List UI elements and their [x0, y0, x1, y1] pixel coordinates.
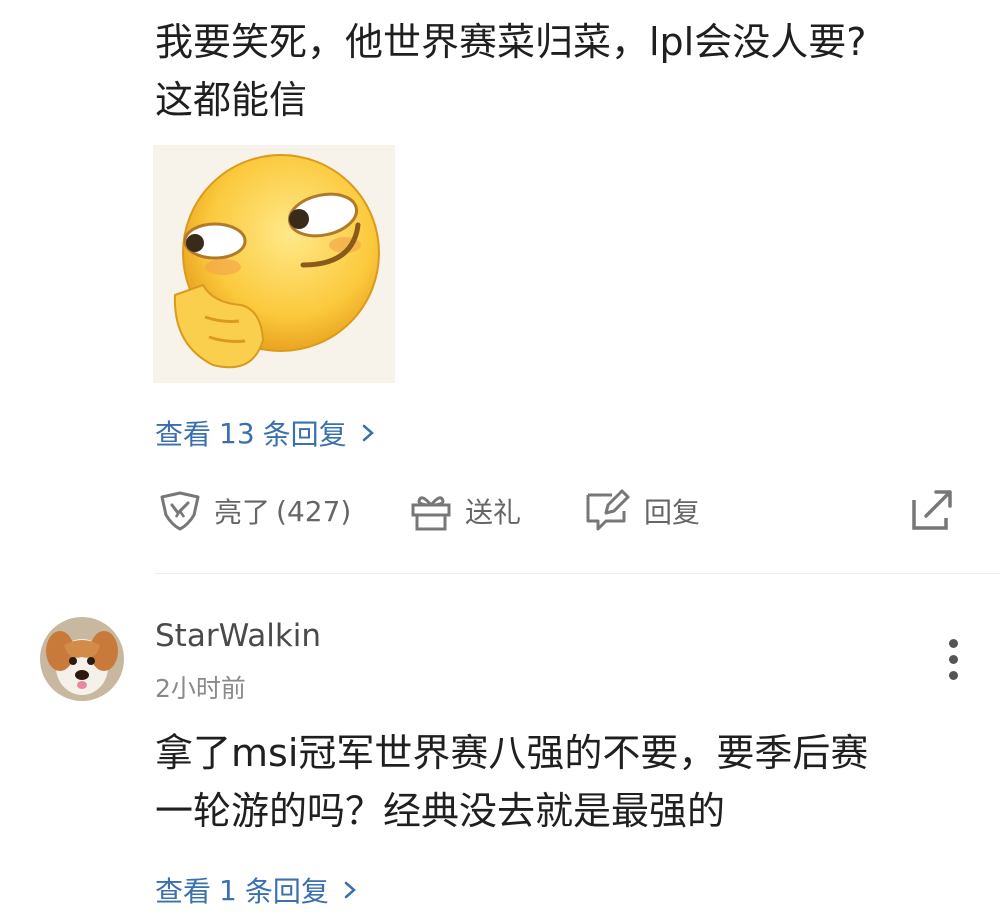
comment-text-line: 这都能信 — [155, 78, 308, 122]
view-replies-suffix: 条回复 — [244, 875, 329, 908]
view-replies-prefix: 查看 — [155, 875, 212, 908]
view-replies-suffix: 条回复 — [262, 418, 347, 451]
comment-text-line: 拿了msi冠军世界赛八强的不要，要季后赛 — [155, 731, 869, 775]
dog-avatar-icon — [40, 617, 124, 701]
smirk-emoji-icon — [173, 154, 380, 369]
more-vertical-icon — [949, 639, 958, 648]
edit-reply-icon — [586, 489, 630, 531]
reply-label: 回复 — [644, 496, 701, 529]
comment-text-line: 我要笑死，他世界赛菜归菜，lpl会没人要? — [155, 20, 867, 64]
more-vertical-icon — [949, 671, 958, 680]
more-options-button[interactable] — [942, 636, 966, 682]
divider — [155, 573, 1000, 574]
like-count: (427) — [276, 494, 352, 528]
view-replies-link[interactable]: 查看 13 条回复 — [155, 413, 375, 453]
username[interactable]: StarWalkin — [155, 618, 321, 654]
chevron-right-icon — [344, 881, 356, 899]
chevron-right-icon — [362, 424, 374, 442]
like-button[interactable]: 亮了 (427) — [158, 488, 351, 534]
more-vertical-icon — [949, 655, 958, 664]
fire-shield-icon — [160, 491, 200, 531]
view-replies-link[interactable]: 查看 1 条回复 — [155, 870, 357, 910]
comment-text-line: 一轮游的吗？经典没去就是最强的 — [155, 789, 726, 833]
avatar[interactable] — [40, 617, 124, 701]
share-icon — [912, 490, 952, 530]
view-replies-count: 1 — [219, 873, 237, 907]
timestamp: 2小时前 — [155, 674, 246, 703]
gift-label: 送礼 — [465, 496, 522, 529]
view-replies-prefix: 查看 — [155, 418, 212, 451]
share-button[interactable] — [910, 488, 956, 536]
like-label: 亮了 — [214, 496, 271, 529]
comment-text: 拿了msi冠军世界赛八强的不要，要季后赛 一轮游的吗？经典没去就是最强的 — [155, 724, 975, 840]
gift-button[interactable]: 送礼 — [409, 488, 521, 534]
reply-button[interactable]: 回复 — [584, 488, 700, 534]
comment-text: 我要笑死，他世界赛菜归菜，lpl会没人要? 这都能信 — [155, 13, 975, 129]
view-replies-count: 13 — [219, 416, 255, 450]
gift-icon — [411, 496, 451, 531]
emoji-sticker-image[interactable] — [153, 145, 395, 383]
